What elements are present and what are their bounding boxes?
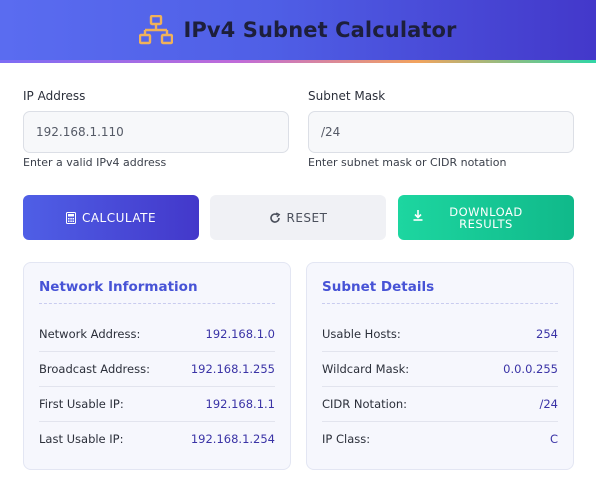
info-row: Network Address: 192.168.1.0 [39, 316, 275, 351]
network-information-card: Network Information Network Address: 192… [23, 262, 291, 470]
ip-address-input[interactable] [23, 111, 289, 153]
calculator-icon [65, 211, 76, 224]
reset-button[interactable]: RESET [210, 195, 386, 240]
card-divider [322, 303, 558, 304]
header-accent-bar [0, 60, 596, 63]
card-divider [39, 303, 275, 304]
subnet-details-card: Subnet Details Usable Hosts: 254 Wildcar… [306, 262, 574, 470]
info-row-value: 192.168.1.254 [190, 431, 275, 446]
info-row: Broadcast Address: 192.168.1.255 [39, 351, 275, 386]
detail-row-key: Usable Hosts: [322, 326, 401, 341]
subnet-details-title: Subnet Details [322, 279, 435, 295]
info-row-value: 192.168.1.1 [205, 396, 276, 411]
detail-row-key: IP Class: [322, 431, 371, 446]
detail-row-value: 0.0.0.255 [503, 361, 558, 376]
detail-row-key: Wildcard Mask: [322, 361, 410, 376]
detail-row-value: C [549, 431, 558, 446]
network-icon [139, 15, 174, 45]
download-label-line2: RESULTS [459, 216, 513, 231]
network-information-title: Network Information [39, 279, 198, 295]
subnet-mask-input[interactable] [308, 111, 574, 153]
reset-button-label: RESET [286, 210, 328, 225]
calculate-button[interactable]: CALCULATE [23, 195, 199, 240]
download-results-button[interactable]: DOWNLOAD RESULTS [398, 195, 574, 240]
ip-address-label: IP Address [23, 89, 86, 103]
info-row-key: Last Usable IP: [39, 431, 124, 446]
ip-address-hint: Enter a valid IPv4 address [23, 156, 167, 169]
info-row-key: Broadcast Address: [39, 361, 150, 376]
detail-row-key: CIDR Notation: [322, 396, 408, 411]
subnet-mask-label: Subnet Mask [308, 89, 386, 103]
info-row-value: 192.168.1.0 [205, 326, 276, 341]
page-title: IPv4 Subnet Calculator [183, 18, 457, 42]
refresh-icon [269, 211, 281, 224]
detail-row: Usable Hosts: 254 [322, 316, 558, 351]
download-button-label: DOWNLOAD RESULTS [449, 206, 522, 230]
download-icon [412, 209, 424, 221]
subnet-mask-hint: Enter subnet mask or CIDR notation [308, 156, 507, 169]
calculate-button-label: CALCULATE [81, 210, 157, 225]
app-header: IPv4 Subnet Calculator [0, 0, 596, 60]
detail-row-value: /24 [539, 396, 558, 411]
info-row: Last Usable IP: 192.168.1.254 [39, 421, 275, 456]
detail-row: Wildcard Mask: 0.0.0.255 [322, 351, 558, 386]
info-row: First Usable IP: 192.168.1.1 [39, 386, 275, 421]
info-row-key: Network Address: [39, 326, 141, 341]
detail-row-value: 254 [536, 326, 558, 341]
info-row-value: 192.168.1.255 [190, 361, 275, 376]
info-row-key: First Usable IP: [39, 396, 124, 411]
detail-row: IP Class: C [322, 421, 558, 456]
detail-row: CIDR Notation: /24 [322, 386, 558, 421]
